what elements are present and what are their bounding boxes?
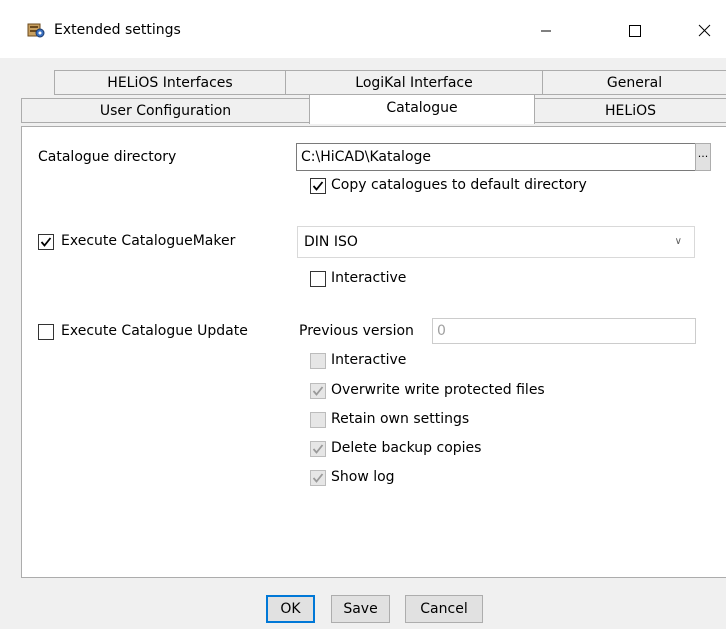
cataloguemaker-standard-select[interactable]: DIN ISO ∨ — [297, 226, 695, 258]
retain-settings-label: Retain own settings — [331, 411, 470, 427]
chevron-down-icon: ∨ — [674, 236, 682, 247]
cancel-button[interactable]: Cancel — [405, 595, 483, 623]
window-title: Extended settings — [54, 22, 181, 38]
execute-catalogue-update-checkbox[interactable] — [38, 324, 54, 340]
delete-backup-checkbox[interactable] — [310, 441, 326, 457]
execute-cataloguemaker-label: Execute CatalogueMaker — [61, 233, 236, 249]
maker-interactive-checkbox[interactable] — [310, 271, 326, 287]
close-button[interactable] — [682, 14, 726, 48]
save-button[interactable]: Save — [331, 595, 390, 623]
cataloguemaker-standard-value: DIN ISO — [304, 234, 358, 250]
tab-helios[interactable]: HELiOS — [534, 98, 726, 123]
maximize-button[interactable] — [612, 14, 656, 48]
overwrite-protected-label: Overwrite write protected files — [331, 382, 545, 398]
tab-general[interactable]: General — [542, 70, 726, 95]
show-log-checkbox[interactable] — [310, 470, 326, 486]
copy-to-default-checkbox[interactable] — [310, 178, 326, 194]
title-bar: Extended settings — [0, 0, 726, 58]
update-interactive-label: Interactive — [331, 352, 407, 368]
maker-interactive-label: Interactive — [331, 270, 407, 286]
tab-catalogue[interactable]: Catalogue — [309, 94, 535, 124]
previous-version-field[interactable]: 0 — [432, 318, 696, 344]
app-settings-icon — [27, 21, 45, 39]
tab-logikal-interface[interactable]: LogiKal Interface — [285, 70, 543, 95]
show-log-label: Show log — [331, 469, 395, 485]
catalogue-directory-field[interactable]: C:\HiCAD\Kataloge — [296, 143, 696, 171]
overwrite-protected-checkbox[interactable] — [310, 383, 326, 399]
update-interactive-checkbox[interactable] — [310, 353, 326, 369]
ok-button[interactable]: OK — [266, 595, 315, 623]
tab-helios-interfaces[interactable]: HELiOS Interfaces — [54, 70, 286, 95]
previous-version-label: Previous version — [299, 323, 414, 339]
execute-catalogue-update-label: Execute Catalogue Update — [61, 323, 248, 339]
execute-cataloguemaker-checkbox[interactable] — [38, 234, 54, 250]
tab-user-configuration[interactable]: User Configuration — [21, 98, 310, 123]
copy-to-default-label: Copy catalogues to default directory — [331, 177, 587, 193]
retain-settings-checkbox[interactable] — [310, 412, 326, 428]
browse-button[interactable]: ... — [695, 143, 711, 171]
delete-backup-label: Delete backup copies — [331, 440, 482, 456]
minimize-button[interactable] — [524, 14, 568, 48]
catalogue-directory-label: Catalogue directory — [38, 149, 177, 165]
